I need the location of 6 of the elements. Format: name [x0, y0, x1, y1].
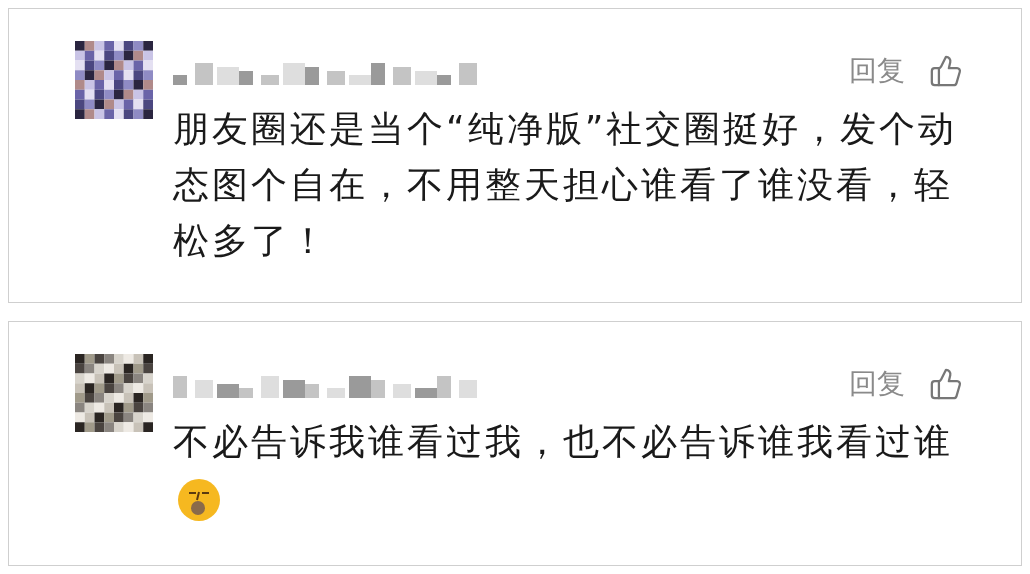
reply-link[interactable]: 回复: [849, 50, 905, 92]
comment-text: 不必告诉我谁看过我，也不必告诉谁我看过谁: [173, 421, 953, 463]
like-icon[interactable]: [929, 54, 963, 88]
reply-link[interactable]: 回复: [849, 363, 905, 406]
comment-text: 朋友圈还是当个“纯净版”社交圈挺好，发个动态图个自在，不用整天担心谁看了谁没看，轻松多了！: [173, 108, 958, 261]
like-icon[interactable]: [929, 367, 963, 402]
